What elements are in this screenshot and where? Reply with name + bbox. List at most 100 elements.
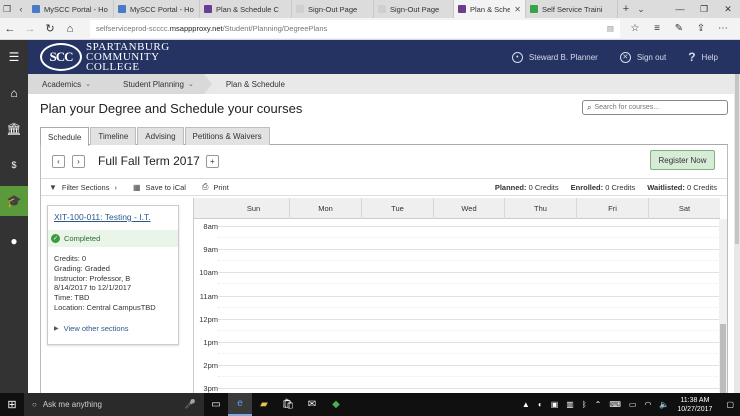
battery-icon[interactable]: ▭ — [629, 400, 637, 409]
url-field[interactable]: selfserviceprod-scccc. msappproxy.net/Stu… — [90, 19, 620, 38]
favorite-star-icon[interactable]: ☆ — [624, 18, 646, 40]
calendar-scroll-thumb[interactable] — [720, 324, 726, 393]
browser-tab[interactable]: MySCC Portal - Ho — [114, 0, 200, 18]
forward-icon[interactable]: → — [20, 18, 40, 40]
half-hour-line — [218, 283, 720, 284]
tab-dropdown-icon[interactable]: ⌄ — [634, 0, 648, 18]
signout-button[interactable]: ✕ Sign out — [619, 51, 667, 63]
half-hour-line — [218, 260, 720, 261]
tab-label: Self Service Traini — [542, 4, 603, 14]
microphone-icon[interactable]: 🎤 — [185, 399, 196, 410]
print-label: Print — [213, 182, 229, 192]
tab-label: Sign-Out Page — [308, 4, 358, 14]
url-path: /Student/Planning/DegreePlans — [222, 24, 328, 33]
task-view-icon[interactable]: ▭ — [204, 393, 228, 416]
more-icon[interactable]: ⋯ — [712, 18, 734, 40]
print-button[interactable]: ⎙ Print — [202, 182, 229, 192]
refresh-icon[interactable]: ↻ — [40, 18, 60, 40]
tab-favicon-icon — [458, 5, 466, 13]
save-ical-button[interactable]: ▦ Save to iCal — [133, 183, 186, 192]
taskbar-search[interactable]: ○ Ask me anything 🎤 — [24, 393, 204, 416]
tray-app-icon[interactable]: ▣ — [551, 400, 559, 409]
user-profile-icon[interactable]: ● — [0, 226, 28, 256]
help-button[interactable]: ? Help — [688, 50, 718, 64]
wifi-icon[interactable]: ◠ — [644, 400, 651, 409]
tab-favicon-icon — [118, 5, 126, 13]
minimize-icon[interactable]: — — [668, 0, 692, 18]
tray-chevron-icon[interactable]: ⌃ — [595, 400, 602, 409]
crumb-student-planning[interactable]: Student Planning ⌄ — [101, 74, 212, 94]
filter-sections-button[interactable]: ▼ Filter Sections › — [49, 183, 117, 192]
user-menu[interactable]: • Steward B. Planner — [511, 51, 598, 63]
volume-icon[interactable]: 🔈 — [659, 400, 669, 409]
app-header: SCC SPARTANBURG COMMUNITY COLLEGE • Stew… — [28, 40, 740, 74]
next-term-button[interactable]: › — [72, 154, 85, 168]
store-icon[interactable]: 🛍 — [276, 393, 300, 416]
browser-tab[interactable]: Plan & Schedu ✕ — [454, 0, 526, 18]
tab-schedule[interactable]: Schedule — [40, 127, 90, 146]
share-icon[interactable]: ⇪ — [690, 18, 712, 40]
college-logo[interactable]: SCC SPARTANBURG COMMUNITY COLLEGE — [40, 42, 170, 73]
graduation-cap-icon[interactable]: 🎓 — [0, 186, 28, 216]
register-now-button[interactable]: Register Now — [650, 150, 715, 170]
course-search-input[interactable]: ⌕ Search for courses... — [582, 100, 728, 115]
close-tab-icon[interactable]: ✕ — [514, 5, 521, 14]
people-icon[interactable]: ◐ — [538, 400, 543, 409]
browser-tab[interactable]: Self Service Traini — [526, 0, 618, 18]
tab-petitions-waivers[interactable]: Petitions & Waivers — [184, 127, 270, 145]
signout-label: Sign out — [636, 52, 667, 62]
browser-tab[interactable]: Sign-Out Page — [292, 0, 374, 18]
crumb-academics[interactable]: Academics ⌄ — [28, 74, 109, 94]
home-nav-icon[interactable]: ⌂ — [0, 78, 28, 108]
hamburger-menu-icon[interactable]: ☰ — [0, 42, 28, 72]
keyboard-icon[interactable]: ⌨ — [609, 400, 621, 409]
save-ical-label: Save to iCal — [145, 182, 186, 192]
url-host: msappproxy.net — [169, 24, 223, 33]
maximize-icon[interactable]: ❐ — [692, 0, 716, 18]
hour-line — [218, 272, 720, 273]
browser-tab[interactable]: Plan & Schedule C — [200, 0, 292, 18]
windows-start-icon[interactable]: ⊞ — [0, 393, 24, 416]
taskbar-search-placeholder: Ask me anything — [42, 400, 102, 409]
mail-icon[interactable]: ✉ — [300, 393, 324, 416]
tab-timeline[interactable]: Timeline — [90, 127, 137, 145]
credit-summary: Planned: 0 Credits Enrolled: 0 Credits W… — [483, 183, 717, 192]
chevron-down-icon: ⌄ — [187, 81, 194, 88]
dropbox-icon[interactable]: ▲ — [522, 400, 530, 409]
back-icon[interactable]: ← — [0, 18, 20, 40]
notes-icon[interactable]: ✎ — [668, 18, 690, 40]
view-other-sections-link[interactable]: ▶ View other sections — [54, 324, 129, 333]
edge-browser-icon[interactable]: e — [228, 393, 252, 416]
reading-view-icon[interactable]: ▤ — [607, 24, 614, 33]
taskbar-clock[interactable]: 11:38 AM 10/27/2017 — [677, 396, 712, 414]
browser-tabs: MySCC Portal - Ho MySCC Portal - Ho Plan &… — [28, 0, 618, 18]
action-center-icon[interactable]: ▢ — [726, 400, 734, 409]
half-hour-line — [218, 330, 720, 331]
waitlisted-label: Waitlisted: — [647, 182, 685, 192]
green-app-icon[interactable]: ◆ — [324, 393, 348, 416]
tab-advising[interactable]: Advising — [137, 127, 184, 145]
money-icon[interactable]: $ — [0, 150, 28, 180]
browser-tab[interactable]: MySCC Portal - Ho — [28, 0, 114, 18]
browser-tab[interactable]: Sign-Out Page — [374, 0, 454, 18]
home-icon[interactable]: ⌂ — [60, 18, 80, 40]
network-icon[interactable]: ▥ — [566, 400, 574, 409]
new-tab-button[interactable]: + — [618, 0, 634, 18]
calendar-scrollbar[interactable] — [719, 219, 727, 393]
course-credits: Credits: 0 — [54, 254, 87, 263]
hour-2pm: 2pm — [203, 361, 218, 370]
tab-list-icon[interactable]: ❐ — [0, 0, 14, 18]
file-explorer-icon[interactable]: ▰ — [252, 393, 276, 416]
hub-icon[interactable]: ≡ — [646, 18, 668, 40]
financial-institution-icon[interactable]: 🏛 — [0, 114, 28, 144]
previous-term-button[interactable]: ‹ — [52, 154, 65, 168]
tab-back-icon[interactable]: ‹ — [14, 0, 28, 18]
close-window-icon[interactable]: ✕ — [716, 0, 740, 18]
tab-favicon-icon — [296, 5, 304, 13]
page-scroll-thumb[interactable] — [735, 74, 739, 244]
bluetooth-icon[interactable]: ᛒ — [582, 400, 587, 409]
add-term-button[interactable]: + — [205, 154, 219, 168]
course-title-link[interactable]: XIT-100-011: Testing - I.T. — [54, 212, 151, 222]
day-sun: Sun — [246, 204, 261, 213]
page-scrollbar[interactable] — [734, 74, 740, 393]
